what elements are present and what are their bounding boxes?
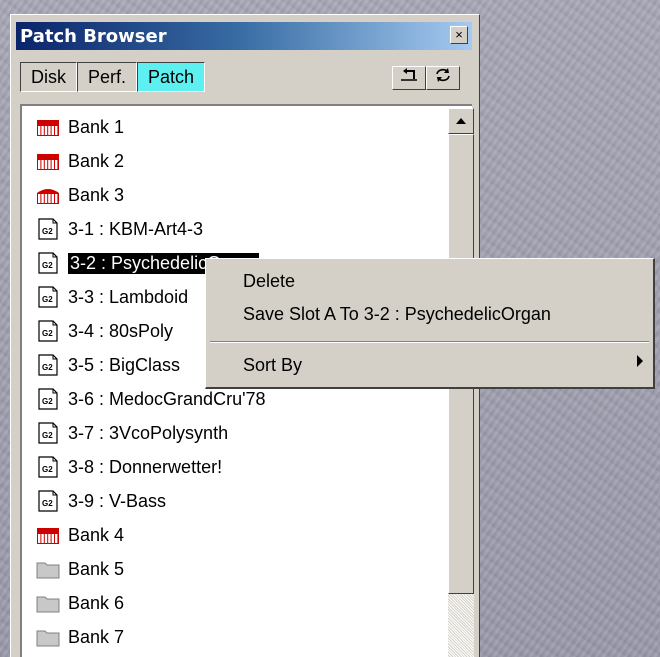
svg-text:G2: G2 — [42, 227, 53, 236]
list-item[interactable]: G2 3-1 : KBM-Art4-3 — [36, 214, 203, 244]
list-item[interactable]: G2 3-9 : V-Bass — [36, 486, 166, 516]
g2-patch-icon: G2 — [36, 286, 60, 308]
list-item[interactable]: Bank 3 — [36, 180, 124, 210]
list-item-label: 3-4 : 80sPoly — [68, 320, 174, 341]
list-item[interactable]: G2 3-7 : 3VcoPolysynth — [36, 418, 228, 448]
list-item-label: 3-9 : V-Bass — [68, 490, 167, 511]
refresh-icon — [436, 68, 450, 82]
list-item-label: Bank 1 — [68, 116, 125, 137]
svg-text:G2: G2 — [42, 261, 53, 270]
bank-keyboard-icon — [36, 524, 60, 546]
tab-bar: Disk Perf. Patch — [20, 62, 206, 92]
svg-text:G2: G2 — [42, 397, 53, 406]
up-level-icon — [401, 68, 417, 81]
scroll-up-button[interactable] — [448, 108, 474, 134]
folder-icon — [36, 558, 60, 580]
folder-icon — [36, 626, 60, 648]
list-item[interactable]: Bank 1 — [36, 112, 124, 142]
list-item-label: Bank 3 — [68, 184, 125, 205]
svg-text:G2: G2 — [42, 499, 53, 508]
list-item-label: Bank 6 — [68, 592, 125, 613]
g2-patch-icon: G2 — [36, 388, 60, 410]
tab-perf[interactable]: Perf. — [77, 62, 138, 92]
g2-patch-icon: G2 — [36, 252, 60, 274]
g2-patch-icon: G2 — [36, 320, 60, 342]
up-level-button[interactable] — [392, 66, 426, 90]
bank-keyboard-open-icon — [36, 184, 60, 206]
list-item-label: Bank 7 — [68, 626, 125, 647]
list-item-label: Bank 4 — [68, 524, 125, 545]
folder-icon — [36, 592, 60, 614]
g2-patch-icon: G2 — [36, 456, 60, 478]
list-item[interactable]: Bank 2 — [36, 146, 124, 176]
toolbar — [392, 66, 460, 90]
list-item[interactable]: G2 3-5 : BigClass — [36, 350, 180, 380]
menu-item-save-slot[interactable]: Save Slot A To 3-2 : PsychedelicOrgan — [243, 304, 551, 325]
menu-item-delete[interactable]: Delete — [243, 271, 295, 292]
list-item-label: 3-6 : MedocGrandCru'78 — [68, 388, 266, 409]
list-item-label: Bank 5 — [68, 558, 125, 579]
close-button[interactable]: × — [450, 26, 468, 44]
submenu-arrow-icon — [637, 355, 643, 367]
svg-text:G2: G2 — [42, 329, 53, 338]
bank-keyboard-icon — [36, 150, 60, 172]
context-menu: Delete Save Slot A To 3-2 : PsychedelicO… — [205, 258, 655, 389]
arrow-up-icon — [456, 118, 466, 124]
list-item-label: Bank 2 — [68, 150, 125, 171]
title-bar[interactable]: Patch Browser × — [16, 22, 472, 50]
svg-text:G2: G2 — [42, 465, 53, 474]
list-item-label: 3-7 : 3VcoPolysynth — [68, 422, 229, 443]
list-item[interactable]: G2 3-4 : 80sPoly — [36, 316, 173, 346]
menu-separator — [210, 341, 649, 343]
list-item[interactable]: Bank 4 — [36, 520, 124, 550]
g2-patch-icon: G2 — [36, 354, 60, 376]
list-item[interactable]: Bank 5 — [36, 554, 124, 584]
list-item[interactable]: Bank 6 — [36, 588, 124, 618]
svg-text:G2: G2 — [42, 295, 53, 304]
svg-text:G2: G2 — [42, 363, 53, 372]
tab-disk[interactable]: Disk — [20, 62, 77, 92]
window-title: Patch Browser — [20, 26, 167, 47]
menu-item-sort-by[interactable]: Sort By — [243, 355, 302, 376]
bank-keyboard-icon — [36, 116, 60, 138]
list-item[interactable]: G2 3-3 : Lambdoid — [36, 282, 188, 312]
list-item[interactable]: G2 3-8 : Donnerwetter! — [36, 452, 222, 482]
g2-patch-icon: G2 — [36, 422, 60, 444]
list-item-label: 3-3 : Lambdoid — [68, 286, 189, 307]
list-item-label: 3-1 : KBM-Art4-3 — [68, 218, 204, 239]
list-item-label: 3-8 : Donnerwetter! — [68, 456, 223, 477]
tab-patch[interactable]: Patch — [137, 62, 206, 92]
g2-patch-icon: G2 — [36, 490, 60, 512]
g2-patch-icon: G2 — [36, 218, 60, 240]
svg-text:G2: G2 — [42, 431, 53, 440]
list-item[interactable]: Bank 7 — [36, 622, 124, 652]
list-item-label: 3-5 : BigClass — [68, 354, 181, 375]
refresh-button[interactable] — [426, 66, 460, 90]
